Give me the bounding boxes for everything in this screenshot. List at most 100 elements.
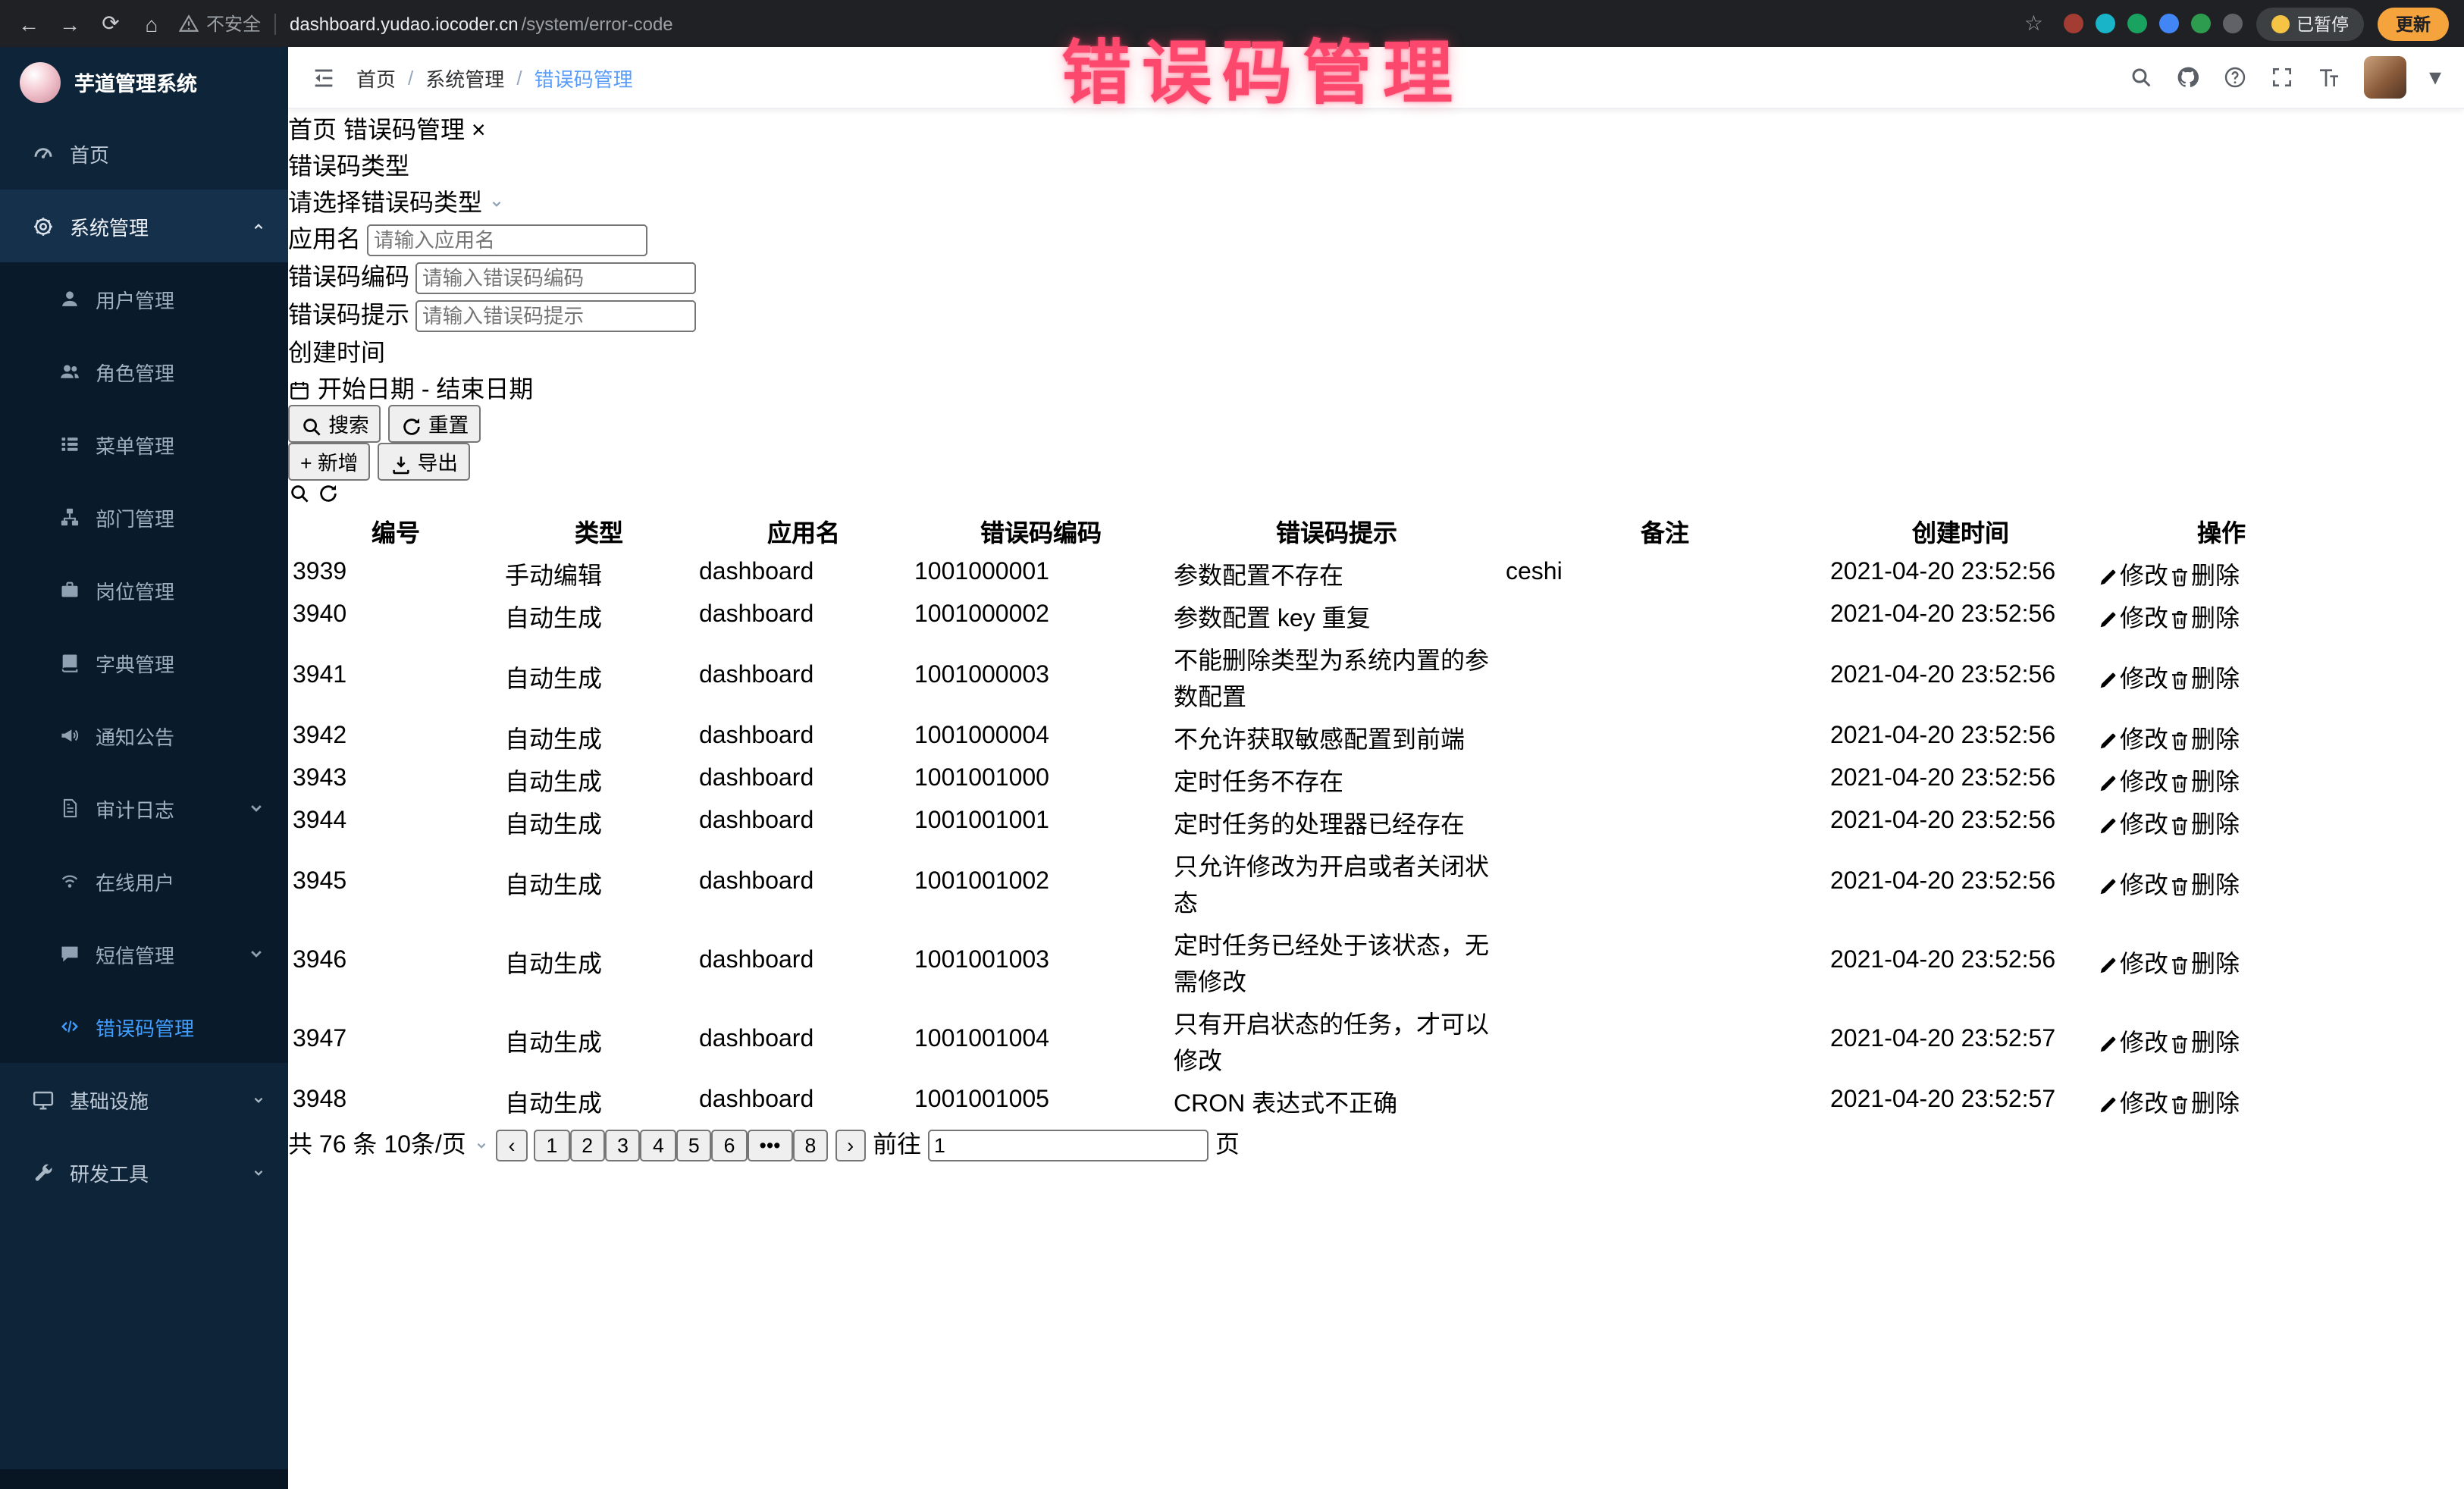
collapse-sidebar-icon[interactable] [311, 64, 337, 90]
edit-link[interactable]: 修改 [2097, 1092, 2168, 1118]
browser-extension-icon[interactable] [2190, 14, 2210, 33]
browser-reload-icon[interactable]: ⟳ [97, 11, 124, 36]
avatar[interactable] [2364, 56, 2406, 99]
table-row[interactable]: 3942自动生成dashboard1001000004不允许获取敏感配置到前端2… [291, 717, 2347, 757]
page-size-select[interactable]: 10条/页 [384, 1133, 496, 1158]
search-button[interactable]: 搜索 [288, 405, 381, 443]
toggle-search-button[interactable] [288, 481, 318, 506]
edit-link[interactable]: 修改 [2097, 667, 2168, 693]
sidebar-item[interactable]: 审计日志 [0, 772, 288, 845]
delete-link[interactable]: 删除 [2168, 770, 2240, 796]
breadcrumb-item[interactable]: 系统管理 [425, 63, 504, 92]
sidebar-item[interactable]: 岗位管理 [0, 553, 288, 626]
delete-link[interactable]: 删除 [2168, 813, 2240, 839]
page-button[interactable]: 6 [712, 1130, 748, 1161]
date-range-picker[interactable]: 开始日期 - 结束日期 [288, 368, 2464, 405]
table-row[interactable]: 3944自动生成dashboard1001001001定时任务的处理器已经存在2… [291, 802, 2347, 842]
browser-back-icon[interactable]: ← [15, 11, 42, 36]
next-page-button[interactable]: › [835, 1130, 866, 1161]
error-hint-input[interactable] [416, 300, 697, 332]
sidebar-item[interactable]: 系统管理 [0, 190, 288, 262]
address-bar[interactable]: dashboard.yudao.iocoder.cn /system/error… [290, 13, 2011, 34]
breadcrumb-item[interactable]: 首页 [356, 63, 396, 92]
delete-link[interactable]: 删除 [2168, 564, 2240, 590]
browser-extension-icon[interactable] [2063, 14, 2083, 33]
delete-link[interactable]: 删除 [2168, 952, 2240, 978]
browser-home-icon[interactable]: ⌂ [138, 11, 165, 36]
browser-update-button[interactable]: 更新 [2378, 7, 2449, 40]
refresh-table-button[interactable] [318, 481, 340, 506]
paused-badge[interactable]: 已暂停 [2256, 7, 2364, 40]
page-button[interactable]: ••• [748, 1130, 793, 1161]
chevron-down-icon[interactable]: ▾ [2429, 62, 2441, 92]
sidebar-item[interactable]: 部门管理 [0, 481, 288, 553]
edit-link[interactable]: 修改 [2097, 1031, 2168, 1057]
github-icon[interactable] [2176, 65, 2200, 89]
table-row[interactable]: 3941自动生成dashboard1001000003不能删除类型为系统内置的参… [291, 638, 2347, 714]
edit-link[interactable]: 修改 [2097, 873, 2168, 899]
sidebar-item[interactable]: 菜单管理 [0, 408, 288, 481]
tab-error-code[interactable]: 错误码管理 × [343, 118, 486, 144]
delete-link[interactable]: 删除 [2168, 728, 2240, 754]
logo-image [20, 61, 61, 102]
delete-link[interactable]: 删除 [2168, 873, 2240, 899]
table-row[interactable]: 3940自动生成dashboard1001000002参数配置 key 重复20… [291, 596, 2347, 635]
sidebar-item[interactable]: 基础设施 [0, 1063, 288, 1136]
tab-home[interactable]: 首页 [288, 118, 343, 144]
goto-page-input[interactable] [928, 1130, 1208, 1161]
bookmark-star-icon[interactable]: ☆ [2024, 11, 2043, 36]
cell-id: 3944 [291, 802, 500, 842]
browser-extension-icon[interactable] [2095, 14, 2114, 33]
app-name-input[interactable] [368, 224, 648, 256]
table-row[interactable]: 3947自动生成dashboard1001001004只有开启状态的任务，才可以… [291, 1002, 2347, 1078]
page-button[interactable]: 3 [605, 1130, 641, 1161]
page-button[interactable]: 1 [534, 1130, 569, 1161]
security-indicator[interactable]: 不安全 [179, 11, 261, 36]
prev-page-button[interactable]: ‹ [497, 1130, 528, 1161]
edit-link[interactable]: 修改 [2097, 564, 2168, 590]
sidebar-item[interactable]: 角色管理 [0, 335, 288, 408]
delete-link[interactable]: 删除 [2168, 1031, 2240, 1057]
table-row[interactable]: 3945自动生成dashboard1001001002只允许修改为开启或者关闭状… [291, 845, 2347, 920]
delete-link[interactable]: 删除 [2168, 1092, 2240, 1118]
edit-link[interactable]: 修改 [2097, 952, 2168, 978]
sidebar-item[interactable]: 研发工具 [0, 1136, 288, 1208]
page-button[interactable]: 5 [676, 1130, 712, 1161]
search-icon[interactable] [2129, 65, 2153, 89]
table-row[interactable]: 3939手动编辑dashboard1001000001参数配置不存在ceshi2… [291, 553, 2347, 593]
edit-link[interactable]: 修改 [2097, 607, 2168, 632]
sidebar-item[interactable]: 短信管理 [0, 917, 288, 990]
sidebar-item[interactable]: 在线用户 [0, 845, 288, 917]
edit-link[interactable]: 修改 [2097, 728, 2168, 754]
browser-extension-icon[interactable] [2127, 14, 2146, 33]
sidebar-item[interactable]: 错误码管理 [0, 990, 288, 1063]
sidebar-collapse-bar[interactable] [0, 1469, 288, 1489]
export-button[interactable]: 导出 [377, 443, 470, 481]
edit-link[interactable]: 修改 [2097, 770, 2168, 796]
browser-extension-icon[interactable] [2158, 14, 2178, 33]
table-row[interactable]: 3943自动生成dashboard1001001000定时任务不存在2021-0… [291, 760, 2347, 799]
reset-button[interactable]: 重置 [388, 405, 481, 443]
sidebar-item[interactable]: 通知公告 [0, 699, 288, 772]
fullscreen-icon[interactable] [2270, 65, 2294, 89]
error-code-input[interactable] [416, 262, 697, 294]
edit-link[interactable]: 修改 [2097, 813, 2168, 839]
delete-link[interactable]: 删除 [2168, 667, 2240, 693]
font-size-icon[interactable] [2317, 65, 2341, 89]
error-type-select[interactable]: 请选择错误码类型 [288, 182, 2464, 218]
sidebar-item[interactable]: 用户管理 [0, 262, 288, 335]
browser-extension-icon[interactable] [2222, 14, 2242, 33]
sidebar-logo[interactable]: 芋道管理系统 [0, 47, 288, 117]
sidebar-item[interactable]: 字典管理 [0, 626, 288, 699]
close-icon[interactable]: × [472, 118, 486, 144]
table-row[interactable]: 3948自动生成dashboard1001001005CRON 表达式不正确20… [291, 1081, 2347, 1121]
page-button[interactable]: 2 [569, 1130, 605, 1161]
page-button[interactable]: 4 [641, 1130, 676, 1161]
add-button[interactable]: + 新增 [288, 443, 370, 481]
delete-link[interactable]: 删除 [2168, 607, 2240, 632]
page-button[interactable]: 8 [793, 1130, 829, 1161]
browser-forward-icon[interactable]: → [56, 11, 83, 36]
sidebar-item[interactable]: 首页 [0, 117, 288, 190]
table-row[interactable]: 3946自动生成dashboard1001001003定时任务已经处于该状态，无… [291, 923, 2347, 999]
help-icon[interactable] [2223, 65, 2247, 89]
